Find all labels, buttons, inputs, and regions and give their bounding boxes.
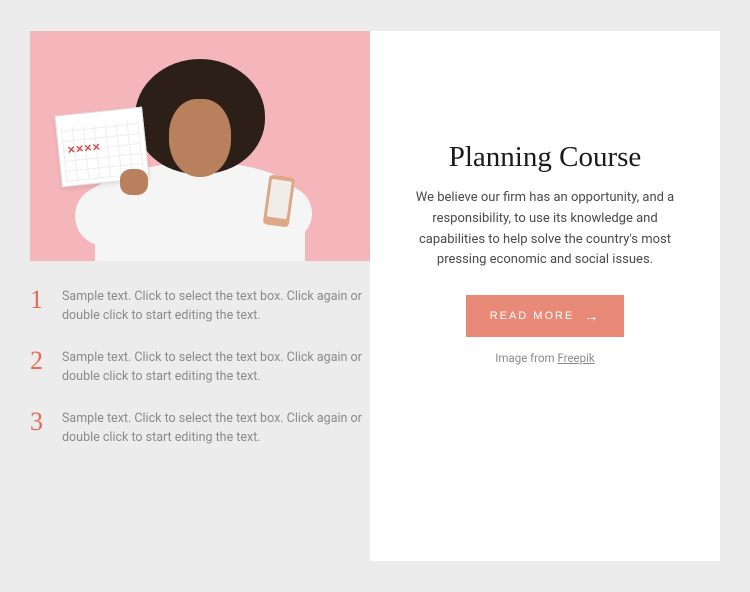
read-more-button[interactable]: READ MORE → — [466, 295, 625, 337]
credit-prefix: Image from — [495, 351, 557, 365]
list-number: 2 — [30, 348, 48, 387]
list-number: 3 — [30, 409, 48, 448]
person-illustration: ✕✕✕✕ — [70, 41, 330, 261]
list-item: 3 Sample text. Click to select the text … — [30, 409, 370, 448]
body-text: We believe our firm has an opportunity, … — [400, 188, 690, 271]
page-title: Planning Course — [449, 141, 642, 174]
list-text[interactable]: Sample text. Click to select the text bo… — [62, 409, 370, 448]
arrow-right-icon: → — [584, 308, 600, 324]
list-number: 1 — [30, 287, 48, 326]
list-item: 1 Sample text. Click to select the text … — [30, 287, 370, 326]
list-text[interactable]: Sample text. Click to select the text bo… — [62, 348, 370, 387]
list-item: 2 Sample text. Click to select the text … — [30, 348, 370, 387]
image-credit: Image from Freepik — [495, 351, 594, 365]
left-column: ✕✕✕✕ 1 Sample text. Click to select the … — [30, 31, 370, 561]
button-label: READ MORE — [490, 310, 575, 322]
list-text[interactable]: Sample text. Click to select the text bo… — [62, 287, 370, 326]
credit-link[interactable]: Freepik — [557, 351, 594, 365]
numbered-list: 1 Sample text. Click to select the text … — [30, 287, 370, 447]
content-container: ✕✕✕✕ 1 Sample text. Click to select the … — [30, 31, 720, 561]
right-column: Planning Course We believe our firm has … — [370, 31, 720, 561]
hero-image: ✕✕✕✕ — [30, 31, 370, 261]
